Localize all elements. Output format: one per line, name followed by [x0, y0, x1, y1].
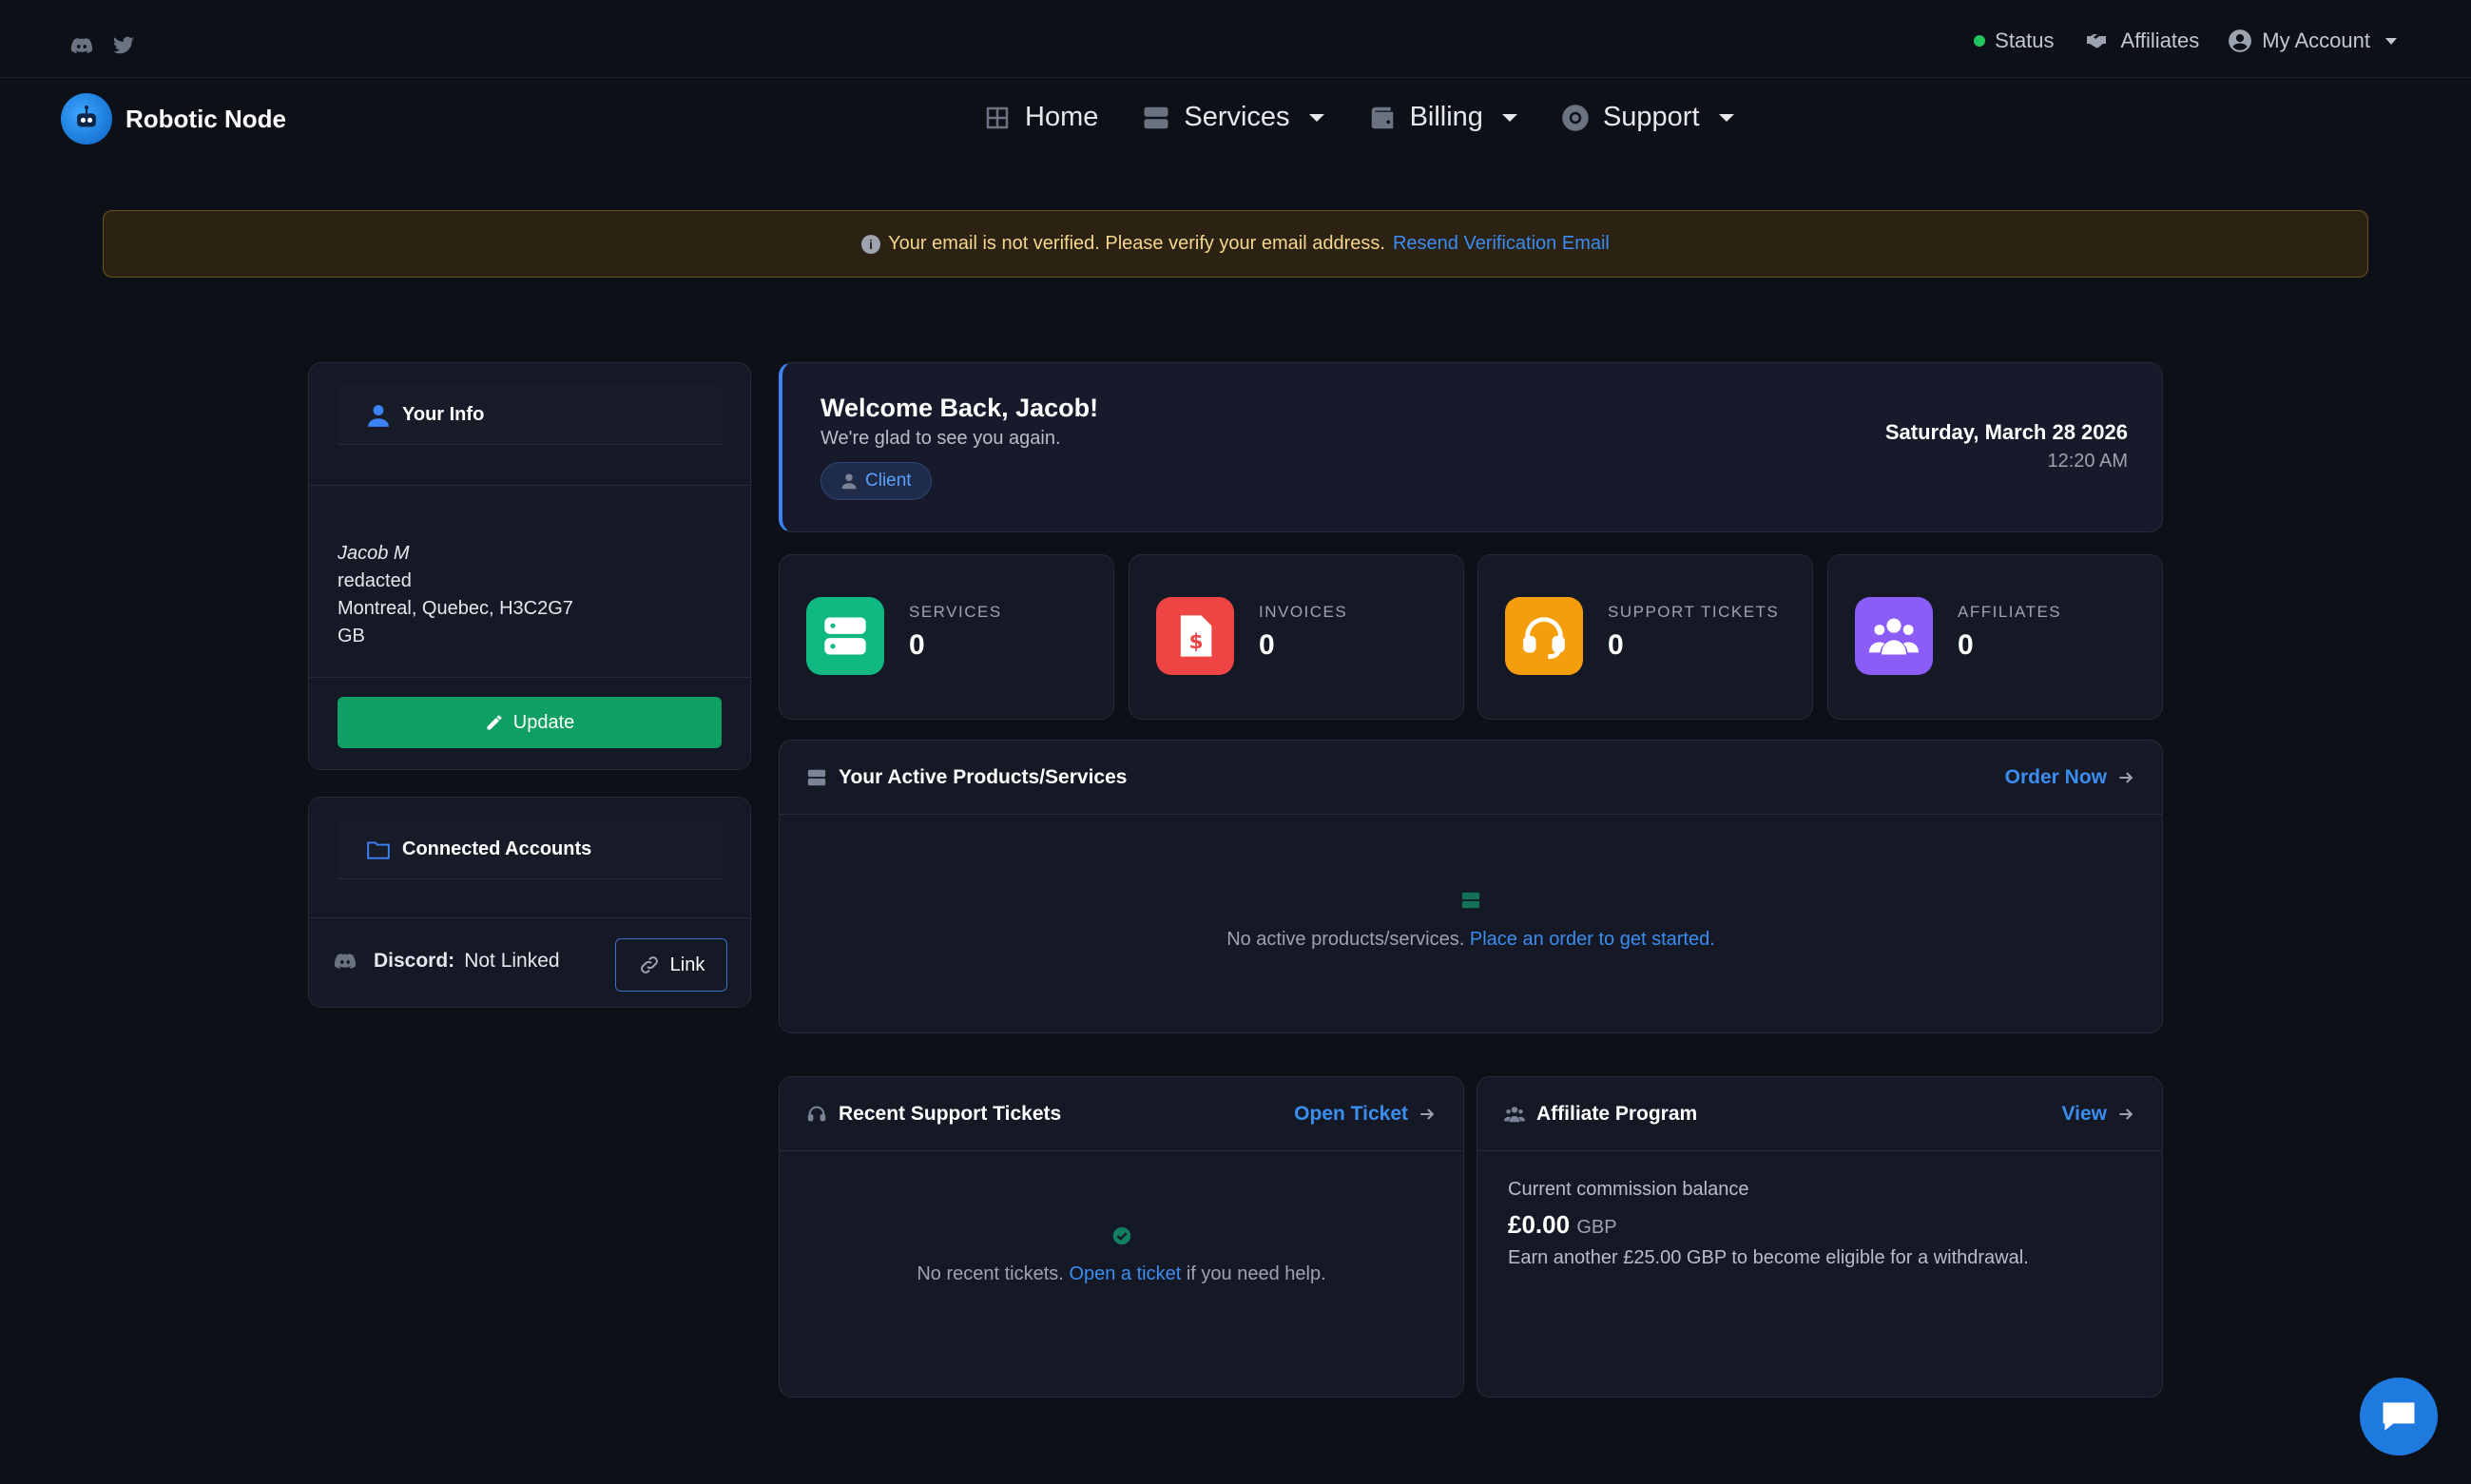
- connected-accounts-card: Connected Accounts Discord: Not Linked L…: [308, 797, 751, 1008]
- social-links: [70, 34, 135, 57]
- order-now-link[interactable]: Order Now: [2005, 766, 2135, 789]
- chevron-down-icon: [1501, 113, 1517, 122]
- chevron-down-icon: [2385, 37, 2397, 45]
- user-circle-icon: [2229, 29, 2252, 52]
- chevron-down-icon: [1308, 113, 1324, 122]
- affiliate-balance: Current commission balance £0.00 GBP Ear…: [1508, 1179, 2029, 1268]
- grid-icon: [986, 106, 1009, 128]
- stat-support-tickets[interactable]: SUPPORT TICKETS 0: [1477, 554, 1813, 720]
- discord-row: Discord: Not Linked: [334, 950, 560, 973]
- divider: [309, 917, 750, 918]
- affiliate-program-panel: Affiliate Program View Current commissio…: [1477, 1076, 2163, 1397]
- pencil-icon: [487, 715, 502, 730]
- your-info-header: Your Info: [338, 386, 722, 445]
- chat-bubble-icon: [2383, 1402, 2415, 1431]
- email-verification-alert: i Your email is not verified. Please ver…: [103, 210, 2368, 278]
- current-date: Saturday, March 28 2026 12:20 AM: [1884, 420, 2128, 472]
- top-bar: Status Affiliates My Account: [0, 0, 2471, 78]
- stat-affiliates[interactable]: AFFILIATES 0: [1827, 554, 2163, 720]
- view-affiliate-link[interactable]: View: [2062, 1103, 2135, 1126]
- wallet-icon: [1371, 106, 1393, 128]
- active-products-header: Your Active Products/Services Order Now: [780, 741, 2162, 815]
- live-chat-button[interactable]: [2360, 1378, 2438, 1455]
- link-discord-button[interactable]: Link: [615, 938, 727, 992]
- active-products-panel: Your Active Products/Services Order Now …: [779, 740, 2163, 1033]
- tickets-empty-state: No recent tickets. Open a ticket if you …: [917, 1263, 1326, 1284]
- your-info-card: Your Info Jacob M redacted Montreal, Que…: [308, 362, 751, 770]
- main-nav: Home Services Billing Support: [983, 102, 1734, 133]
- affiliate-program-header: Affiliate Program View: [1477, 1077, 2162, 1151]
- nav-billing[interactable]: Billing: [1368, 102, 1517, 133]
- check-circle-icon: [780, 1225, 1463, 1252]
- place-order-link[interactable]: Place an order to get started.: [1470, 929, 1715, 950]
- stat-invoices[interactable]: $ INVOICES 0: [1129, 554, 1464, 720]
- recent-tickets-header: Recent Support Tickets Open Ticket: [780, 1077, 1463, 1151]
- twitter-icon[interactable]: [112, 34, 135, 57]
- divider: [309, 485, 750, 486]
- resend-verification-link[interactable]: Resend Verification Email: [1393, 233, 1610, 255]
- brand-name: Robotic Node: [125, 104, 286, 133]
- welcome-banner: Welcome Back, Jacob! We're glad to see y…: [779, 362, 2163, 532]
- info-icon: i: [861, 234, 881, 254]
- balance-amount: £0.00: [1508, 1210, 1571, 1239]
- lifebuoy-icon: [1562, 104, 1589, 131]
- server-icon: [807, 769, 826, 785]
- chevron-down-icon: [1718, 113, 1734, 122]
- discord-icon: [334, 954, 357, 969]
- users-icon: [1855, 597, 1933, 675]
- open-a-ticket-link[interactable]: Open a ticket: [1069, 1263, 1181, 1284]
- address-block: Jacob M redacted Montreal, Quebec, H3C2G…: [338, 543, 573, 646]
- handshake-icon: [2086, 34, 2106, 48]
- recent-tickets-panel: Recent Support Tickets Open Ticket No re…: [779, 1076, 1464, 1397]
- welcome-title: Welcome Back, Jacob!: [820, 394, 1099, 422]
- affiliates-link[interactable]: Affiliates: [2083, 29, 2199, 53]
- brand[interactable]: Robotic Node: [61, 93, 286, 145]
- my-account-dropdown[interactable]: My Account: [2228, 29, 2397, 53]
- role-badge: Client: [820, 462, 932, 500]
- link-icon: [640, 956, 658, 973]
- status-dot-icon: [1974, 35, 1986, 47]
- server-empty-icon: [780, 890, 2162, 916]
- top-links: Status Affiliates My Account: [1974, 29, 2397, 53]
- headset-icon: [1505, 597, 1583, 675]
- arrow-right-icon: [1420, 1108, 1435, 1120]
- nav-home[interactable]: Home: [983, 102, 1098, 133]
- user-icon: [841, 473, 857, 490]
- user-icon: [368, 404, 389, 427]
- server-icon: [806, 597, 884, 675]
- nav-support[interactable]: Support: [1561, 102, 1734, 133]
- discord-icon[interactable]: [70, 34, 93, 57]
- nav-services[interactable]: Services: [1142, 102, 1324, 133]
- balance-currency: GBP: [1576, 1217, 1617, 1238]
- connected-accounts-header: Connected Accounts: [338, 820, 722, 879]
- invoice-icon: $: [1156, 597, 1234, 675]
- arrow-right-icon: [2119, 771, 2133, 783]
- open-ticket-link[interactable]: Open Ticket: [1294, 1103, 1437, 1126]
- headset-icon: [807, 1106, 826, 1121]
- welcome-subtitle: We're glad to see you again.: [820, 428, 1061, 449]
- stat-services[interactable]: SERVICES 0: [779, 554, 1114, 720]
- robot-logo-icon: [61, 93, 112, 145]
- users-icon: [1504, 1106, 1525, 1122]
- arrow-right-icon: [2119, 1108, 2133, 1120]
- divider: [309, 677, 750, 678]
- status-link[interactable]: Status: [1974, 29, 2055, 53]
- folder-icon: [367, 840, 390, 859]
- products-empty-state: No active products/services. Place an or…: [1226, 929, 1715, 950]
- update-button[interactable]: Update: [338, 697, 722, 748]
- svg-text:$: $: [1189, 630, 1204, 654]
- server-icon: [1144, 106, 1168, 128]
